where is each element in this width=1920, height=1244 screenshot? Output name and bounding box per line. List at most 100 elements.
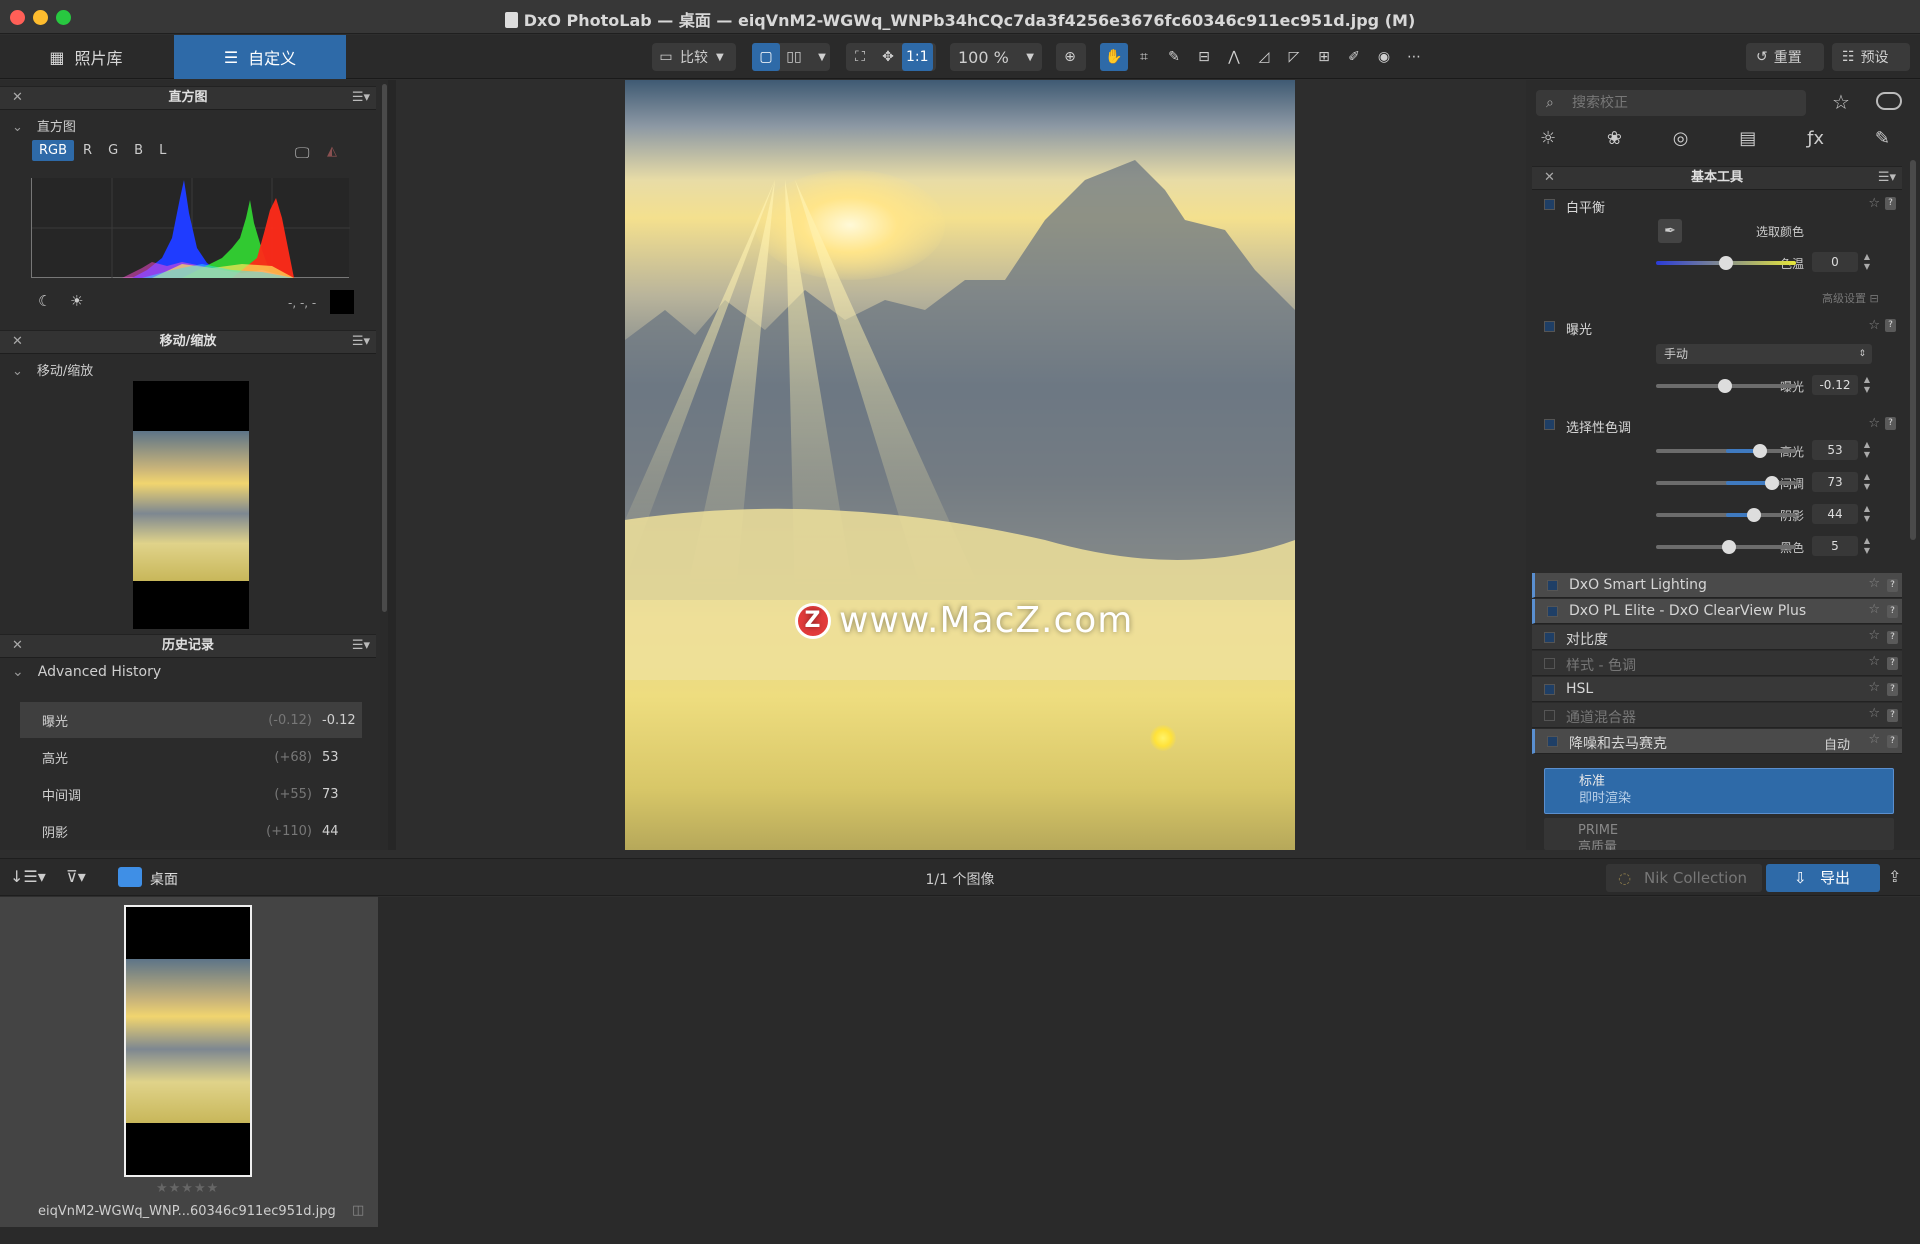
star-icon[interactable]: ☆ xyxy=(1868,318,1880,333)
navigator-preview[interactable] xyxy=(133,381,249,629)
enable-checkbox[interactable] xyxy=(1544,199,1555,210)
overlay-icon[interactable]: ⋯ xyxy=(1400,43,1428,71)
star-icon[interactable]: ☆ xyxy=(1868,706,1880,721)
star-icon[interactable]: ☆ xyxy=(1868,654,1880,669)
tool-bar-smart-lighting[interactable]: DxO Smart Lighting ☆? xyxy=(1532,573,1902,598)
channel-r[interactable]: R xyxy=(76,140,99,161)
stepper-icon[interactable]: ▲ ▼ xyxy=(1862,472,1872,492)
right-scrollbar-thumb[interactable] xyxy=(1910,160,1916,540)
monitor-icon[interactable]: 🖵 xyxy=(295,144,309,162)
help-icon[interactable]: ? xyxy=(1885,197,1896,210)
stepper-icon[interactable]: ▲ ▼ xyxy=(1862,375,1872,395)
slider-value[interactable]: 44 xyxy=(1812,504,1858,524)
star-icon[interactable]: ☆ xyxy=(1868,416,1880,431)
slider-value[interactable]: 53 xyxy=(1812,440,1858,460)
fit-screen-button[interactable]: ⛶ xyxy=(846,43,874,71)
enable-checkbox[interactable] xyxy=(1544,710,1555,721)
toggle-icon[interactable] xyxy=(1876,92,1902,110)
slider-track[interactable] xyxy=(1656,379,1796,393)
enable-checkbox[interactable] xyxy=(1544,321,1555,332)
reset-button[interactable]: ↺ 重置 xyxy=(1746,43,1824,71)
mask-icon[interactable]: ◸ xyxy=(1280,43,1308,71)
help-icon[interactable]: ? xyxy=(1887,631,1898,644)
slider-track[interactable] xyxy=(1656,444,1796,458)
stepper-icon[interactable]: ▲ ▼ xyxy=(1862,536,1872,556)
star-icon[interactable]: ☆ xyxy=(1868,680,1880,695)
slider-track[interactable] xyxy=(1656,508,1796,522)
help-icon[interactable]: ? xyxy=(1885,417,1896,430)
presets-button[interactable]: ☷ 预设 xyxy=(1832,43,1910,71)
enable-checkbox[interactable] xyxy=(1547,606,1558,617)
channel-b[interactable]: B xyxy=(127,140,150,161)
channel-l[interactable]: L xyxy=(152,140,173,161)
thumbnail-cell[interactable]: ★★★★★ eiqVnM2-WGWq_WNP...60346c911ec951d… xyxy=(0,897,378,1227)
export-button[interactable]: ⇩ 导出 xyxy=(1766,864,1880,892)
highlight-clip-icon[interactable]: ☀ xyxy=(70,292,83,310)
denoise-standard-option[interactable]: 标准 即时渲染 xyxy=(1544,768,1894,814)
tab-customize[interactable]: ☰ 自定义 xyxy=(174,35,346,79)
slider-knob[interactable] xyxy=(1747,508,1761,522)
star-icon[interactable]: ☆ xyxy=(1868,602,1880,617)
slider-knob[interactable] xyxy=(1717,379,1732,393)
tool-bar-clearview[interactable]: DxO PL Elite - DxO ClearView Plus ☆? xyxy=(1532,599,1902,624)
chevron-down-icon[interactable]: ▼ xyxy=(808,43,836,71)
panel-menu-icon[interactable]: ☰▾ xyxy=(352,87,370,109)
zoom-select[interactable]: 100 % ▼ xyxy=(950,43,1042,71)
eyedropper-icon[interactable]: ✎ xyxy=(1160,43,1188,71)
star-icon[interactable]: ☆ xyxy=(1868,576,1880,591)
move-icon[interactable]: ✥ xyxy=(874,43,902,71)
help-icon[interactable]: ? xyxy=(1887,683,1898,696)
star-icon[interactable]: ☆ xyxy=(1868,732,1880,747)
close-icon[interactable]: ✕ xyxy=(12,87,23,109)
crop-icon[interactable]: ⌗ xyxy=(1130,43,1158,71)
repair-icon[interactable]: ✐ xyxy=(1340,43,1368,71)
search-input[interactable]: ⌕ 搜索校正 xyxy=(1536,90,1806,116)
channel-rgb[interactable]: RGB xyxy=(32,140,75,161)
enable-checkbox[interactable] xyxy=(1544,632,1555,643)
tool-bar-denoise[interactable]: 降噪和去马赛克 自动 ☆? xyxy=(1532,729,1902,754)
slider-track[interactable] xyxy=(1656,540,1796,554)
hand-tool-icon[interactable]: ✋ xyxy=(1100,43,1128,71)
enable-checkbox[interactable] xyxy=(1544,658,1555,669)
help-icon[interactable]: ? xyxy=(1887,657,1898,670)
eye-icon[interactable]: ◉ xyxy=(1370,43,1398,71)
slider-track[interactable] xyxy=(1656,476,1796,490)
detail-icon[interactable]: ◎ xyxy=(1673,128,1689,156)
slider-value[interactable]: 73 xyxy=(1812,472,1858,492)
channel-g[interactable]: G xyxy=(101,140,125,161)
help-icon[interactable]: ? xyxy=(1887,579,1898,592)
slider-value[interactable]: 0 xyxy=(1812,252,1858,272)
compare-button[interactable]: ▭ 比较 ▼ xyxy=(652,43,736,71)
enable-checkbox[interactable] xyxy=(1547,580,1558,591)
star-icon[interactable]: ☆ xyxy=(1868,196,1880,211)
zoom-in-button[interactable]: ⊕ xyxy=(1056,43,1086,71)
white-balance-header[interactable]: 白平衡 ☆? xyxy=(1534,192,1898,218)
enable-checkbox[interactable] xyxy=(1544,419,1555,430)
tool-bar-contrast[interactable]: 对比度 ☆? xyxy=(1532,625,1902,650)
horizon-icon[interactable]: ⊟ xyxy=(1190,43,1218,71)
help-icon[interactable]: ? xyxy=(1887,709,1898,722)
slider-track[interactable] xyxy=(1656,256,1796,270)
geometry-icon[interactable]: ▤ xyxy=(1739,128,1756,156)
scrollbar-thumb[interactable] xyxy=(382,84,387,612)
color-icon[interactable]: ❀ xyxy=(1607,128,1622,156)
navigator-section[interactable]: ⌄ 移动/缩放 xyxy=(12,360,93,379)
slider-knob[interactable] xyxy=(1719,256,1733,270)
histogram-section[interactable]: ⌄ 直方图 xyxy=(12,116,76,135)
denoise-prime-option[interactable]: PRIME 高质量 xyxy=(1544,818,1894,850)
stepper-icon[interactable]: ▲ ▼ xyxy=(1862,252,1872,272)
slider-knob[interactable] xyxy=(1721,540,1736,554)
share-icon[interactable]: ⇪ xyxy=(1888,867,1901,886)
enable-checkbox[interactable] xyxy=(1544,684,1555,695)
local-adjust-icon[interactable]: ◿ xyxy=(1250,43,1278,71)
help-icon[interactable]: ? xyxy=(1887,605,1898,618)
history-row[interactable]: 中间调 (+55) 73 xyxy=(20,776,362,812)
close-icon[interactable]: ✕ xyxy=(12,331,23,353)
selective-tones-header[interactable]: 选择性色调 ☆? xyxy=(1534,412,1898,438)
exposure-header[interactable]: 曝光 ☆? xyxy=(1534,314,1898,340)
perspective-icon[interactable]: ⋀ xyxy=(1220,43,1248,71)
stepper-icon[interactable]: ▲ ▼ xyxy=(1862,440,1872,460)
tab-photo-library[interactable]: ▦ 照片库 xyxy=(0,35,172,79)
eyedropper-icon[interactable]: ✒ xyxy=(1658,219,1682,243)
history-section[interactable]: ⌄ Advanced History xyxy=(12,664,161,680)
